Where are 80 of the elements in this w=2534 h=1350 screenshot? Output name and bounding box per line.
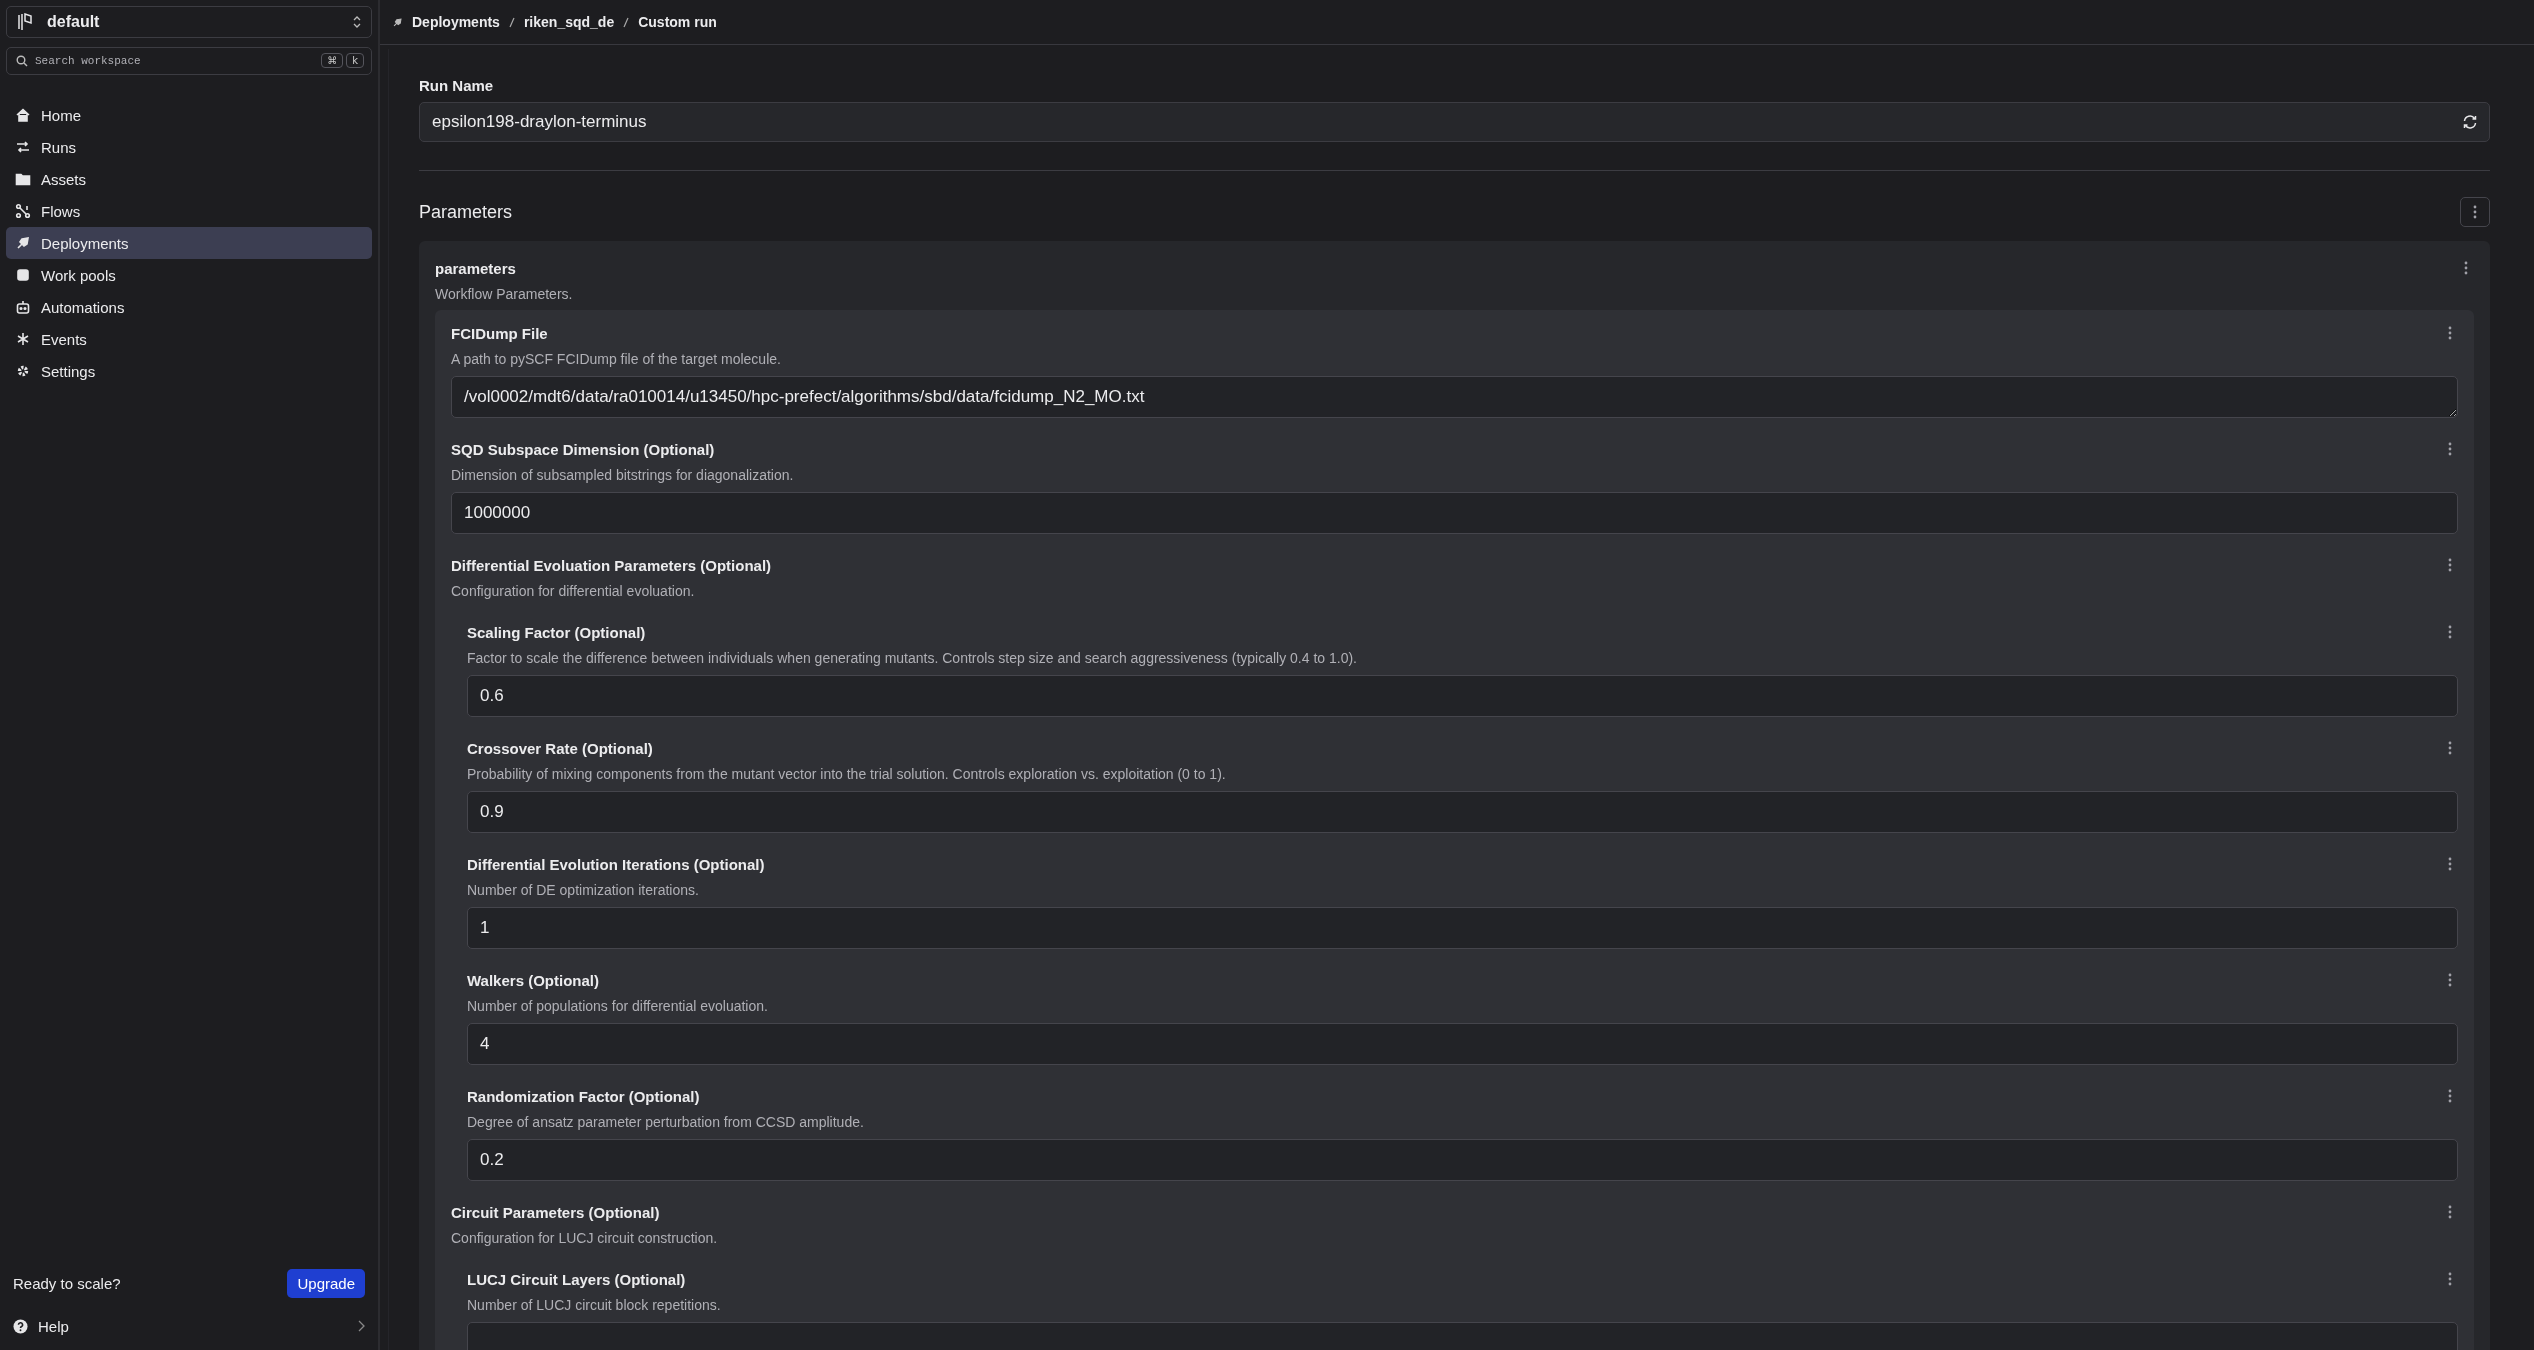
more-options-icon xyxy=(2448,326,2452,340)
nav-item[interactable]: Settings xyxy=(6,355,372,387)
field-description: Number of populations for differential evoluation. xyxy=(467,998,769,1014)
rocket-icon xyxy=(392,16,403,28)
shortcut-key: k xyxy=(346,53,364,68)
chevron-right-icon xyxy=(358,1320,365,1332)
field-label: Scaling Factor (Optional) xyxy=(467,623,646,641)
text-area[interactable]: /vol0002/mdt6/data/ra010014/u13450/hpc-prefect/algorithms/sbd/data/fcidump_N2_MO.txt xyxy=(451,376,2458,418)
group-title: Differential Evoluation Parameters (Optional) xyxy=(451,556,772,574)
rocket-icon xyxy=(15,235,31,251)
section-title: Parameters xyxy=(419,201,513,223)
robot-icon xyxy=(15,299,31,315)
upgrade-prompt: Ready to scale? xyxy=(13,1275,121,1292)
group-description: Configuration for LUCJ circuit construction. xyxy=(451,1230,719,1246)
more-options-icon xyxy=(2448,442,2452,456)
nav-item[interactable]: Events xyxy=(6,323,372,355)
field-label: Walkers (Optional) xyxy=(467,971,599,989)
field-label: FCIDump File xyxy=(451,324,548,342)
input-field[interactable]: 1 xyxy=(467,907,2458,949)
nav-item[interactable]: Work pools xyxy=(6,259,372,291)
more-options-icon xyxy=(2448,1089,2452,1103)
more-options-icon xyxy=(2448,1205,2452,1219)
field-label: Differential Evolution Iterations (Optional) xyxy=(467,855,765,873)
group-description: Workflow Parameters. xyxy=(435,286,574,302)
field-description: A path to pySCF FCIDump file of the target molecule. xyxy=(451,351,782,367)
field-label: LUCJ Circuit Layers (Optional) xyxy=(467,1270,686,1288)
field-label: Crossover Rate (Optional) xyxy=(467,739,653,757)
nav-item[interactable]: Runs xyxy=(6,131,372,163)
flow-icon xyxy=(15,203,31,219)
nav-item[interactable]: Deployments xyxy=(6,227,372,259)
input-field[interactable]: 0.9 xyxy=(467,791,2458,833)
more-options-icon xyxy=(2448,741,2452,755)
field-description: Probability of mixing components from the mutant vector into the trial solution. Controls exploration vs. exploitation (0 to 1). xyxy=(467,766,1227,782)
nav-item[interactable]: Home xyxy=(6,99,372,131)
help-item[interactable]: Help xyxy=(6,1310,372,1342)
more-options-icon xyxy=(2464,261,2468,275)
upgrade-button[interactable]: Upgrade xyxy=(287,1269,365,1298)
input-field[interactable]: 1000000 xyxy=(451,492,2458,534)
run-name-field[interactable]: epsilon198-draylon-terminus xyxy=(419,102,2490,142)
slash-separator-icon xyxy=(623,16,630,28)
input-field[interactable]: 4 xyxy=(467,1023,2458,1065)
nav-item[interactable]: Flows xyxy=(6,195,372,227)
shortcut-key: ⌘ xyxy=(321,53,344,68)
field-description: Factor to scale the difference between individuals when generating mutants. Controls step size and search aggressiveness (typically 0.4 to 1.0). xyxy=(467,650,1358,666)
input-field[interactable]: 0.2 xyxy=(467,1139,2458,1181)
breadcrumb-link[interactable]: riken_sqd_de xyxy=(523,14,615,30)
chip-icon xyxy=(15,267,31,283)
asterisk-icon xyxy=(15,331,31,347)
logo-icon xyxy=(17,12,35,32)
more-options-icon xyxy=(2448,973,2452,987)
field-description: Number of DE optimization iterations. xyxy=(467,882,700,898)
chevron-up-down-icon xyxy=(353,16,361,28)
search-icon xyxy=(16,55,28,67)
breadcrumb-current: Custom run xyxy=(638,14,717,30)
more-options-icon xyxy=(2448,857,2452,871)
breadcrumb-link[interactable]: Deployments xyxy=(412,14,500,30)
workspace-selector[interactable]: default xyxy=(6,6,372,38)
slash-separator-icon xyxy=(508,16,515,28)
more-options-icon xyxy=(2448,558,2452,572)
help-icon xyxy=(13,1318,28,1334)
nav-item[interactable]: Automations xyxy=(6,291,372,323)
group-title: Circuit Parameters (Optional) xyxy=(451,1203,660,1221)
folder-icon xyxy=(15,171,31,187)
field-description: Number of LUCJ circuit block repetitions. xyxy=(467,1297,722,1313)
arrows-icon xyxy=(15,139,31,155)
field-description: Degree of ansatz parameter perturbation from CCSD amplitude. xyxy=(467,1114,865,1130)
settings-icon xyxy=(15,363,31,379)
field-label: Randomization Factor (Optional) xyxy=(467,1087,700,1105)
field-label: SQD Subspace Dimension (Optional) xyxy=(451,440,715,458)
more-options-icon xyxy=(2448,625,2452,639)
group-description: Configuration for differential evoluation. xyxy=(451,583,696,599)
more-options-icon xyxy=(2473,205,2477,219)
nav-item[interactable]: Assets xyxy=(6,163,372,195)
home-icon xyxy=(15,107,31,123)
more-options-icon xyxy=(2448,1272,2452,1286)
field-description: Dimension of subsampled bitstrings for diagonalization. xyxy=(451,467,795,483)
field-label: Run Name xyxy=(419,77,495,94)
input-field[interactable]: 0.6 xyxy=(467,675,2458,717)
refresh-icon[interactable] xyxy=(2462,114,2478,130)
group-title: parameters xyxy=(435,259,516,277)
